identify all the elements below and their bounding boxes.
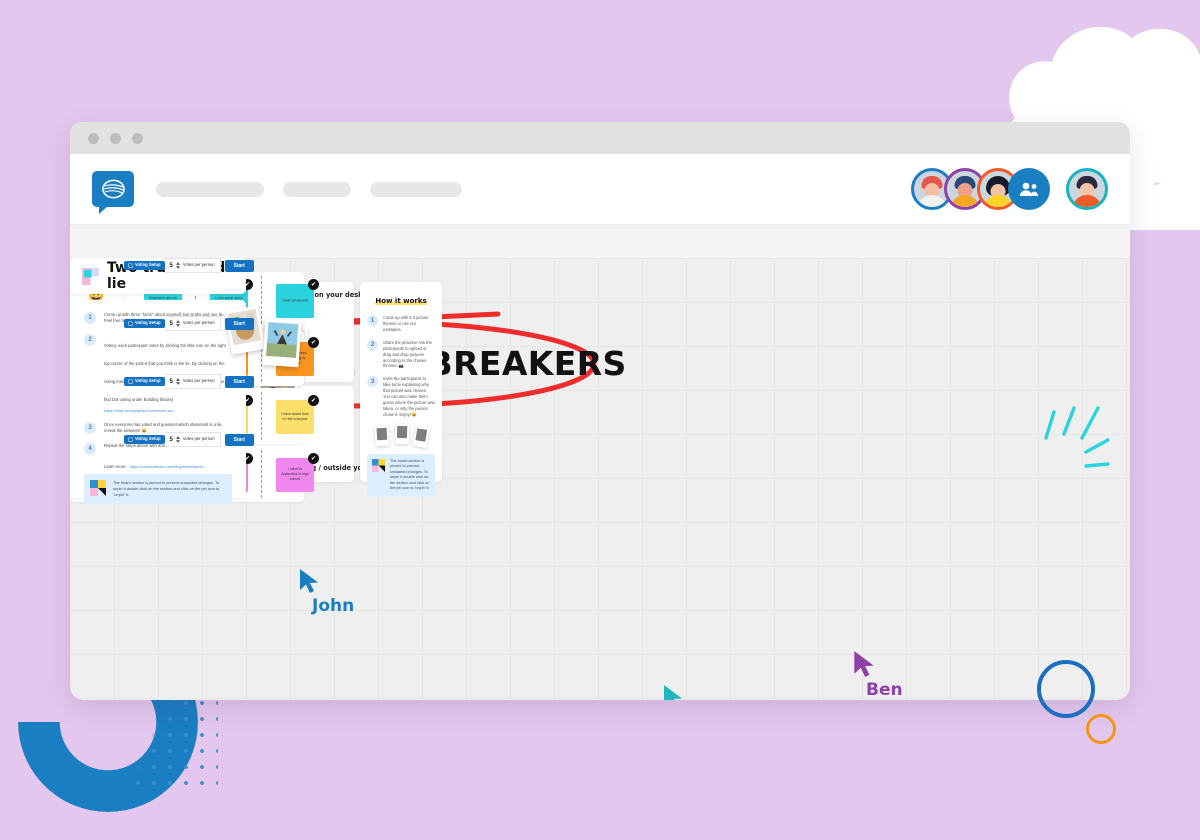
votes-count[interactable]: 5 (170, 379, 173, 385)
toolbar-pill-1[interactable] (156, 181, 264, 197)
start-voting-button[interactable]: Start (224, 433, 254, 446)
how-it-works-step: 1 Come up with 3-4 picture themes or use… (367, 315, 435, 333)
toolbar-pill-3[interactable] (370, 181, 462, 197)
voting-setup-button[interactable]: Voting Setup (124, 319, 165, 328)
traffic-light-maximize[interactable] (132, 132, 143, 144)
stepper-icon[interactable] (175, 262, 180, 269)
votes-per-person-field[interactable]: 5 Votes per person (164, 432, 221, 447)
start-voting-button[interactable]: Start (224, 375, 254, 388)
sticky-note[interactable]: I went to Antarctica in high school ✔ (276, 453, 319, 492)
cursor-label: John (312, 596, 355, 616)
start-voting-button[interactable]: Start (224, 317, 254, 330)
toolbar-menu-items (156, 181, 462, 197)
stepper-icon[interactable] (175, 436, 180, 443)
browser-window: VIRTUAL ICEBREAKERS Take a picture of...… (70, 122, 1130, 700)
external-link-icon (128, 437, 133, 442)
pin-notice: The board section is pinned to prevent u… (367, 453, 435, 497)
column-divider (261, 450, 262, 498)
how-it-works-step: 2 Share the pictures! Ask the participan… (367, 339, 435, 370)
dot-grid-decoration (130, 695, 218, 795)
stepper-icon[interactable] (175, 378, 180, 385)
polaroid-photo-desk-2[interactable] (262, 318, 302, 368)
board-canvas[interactable]: VIRTUAL ICEBREAKERS Take a picture of...… (70, 258, 1130, 700)
votes-count[interactable]: 5 (170, 437, 173, 443)
blue-ring-decoration (1037, 660, 1095, 718)
gray-polaroid-3 (412, 425, 430, 448)
start-voting-button[interactable]: Start (224, 259, 254, 272)
vote-check-icon[interactable]: ✔ (308, 279, 319, 290)
how-it-works-heading: How it works (375, 297, 427, 305)
traffic-light-minimize[interactable] (110, 132, 121, 144)
cursor-ben: Ben (852, 650, 903, 700)
cursor-emma: Emma (662, 684, 735, 700)
voting-setup-bar[interactable]: Voting Setup 5 Votes per person Start (124, 258, 254, 273)
votes-per-person-field[interactable]: 5 Votes per person (164, 316, 221, 331)
vote-check-icon[interactable]: ✔ (308, 337, 319, 348)
votes-per-person-field[interactable]: 5 Votes per person (164, 258, 221, 273)
help-link[interactable]: https://help.conceptboard.com/hc/en-us/.… (104, 408, 232, 413)
people-icon[interactable] (1008, 168, 1050, 210)
orange-ring-decoration (1086, 714, 1116, 744)
votes-count[interactable]: 5 (170, 321, 173, 327)
cursor-john: John (298, 568, 354, 616)
voting-setup-button[interactable]: Voting Setup (124, 261, 165, 270)
two-truths-voting-board: 😀 Team Member Elephants are my favorite … (70, 258, 319, 700)
sticky-note[interactable]: I hate all deserts ✔ (276, 279, 319, 318)
how-it-works-step: 3 Invite the participants to take turns … (367, 376, 435, 417)
learn-more-label: Learn more: (104, 464, 127, 470)
voting-setup-bar[interactable]: Voting Setup 5 Votes per person Start (124, 374, 254, 389)
voting-setup-button[interactable]: Voting Setup (124, 377, 165, 386)
gray-polaroid-1 (374, 425, 390, 447)
voting-setup-button[interactable]: Voting Setup (124, 435, 165, 444)
collaborator-avatars (911, 168, 1108, 210)
sticky-note[interactable]: I have learnt how to ride a bicycle ✔ (276, 395, 319, 434)
learn-more-link[interactable]: https://conceptboard.com/blog/icebreaker… (130, 464, 207, 469)
external-link-icon (128, 321, 133, 326)
app-toolbar (70, 154, 1130, 224)
voting-setup-bar[interactable]: Voting Setup 5 Votes per person Start (124, 432, 254, 447)
pin-notice: The board section is pinned to prevent u… (84, 474, 232, 505)
external-link-icon (128, 263, 133, 268)
conceptboard-logo-icon[interactable] (92, 171, 134, 214)
window-titlebar (70, 122, 1130, 154)
traffic-light-close[interactable] (88, 132, 99, 144)
voting-setup-bar[interactable]: Voting Setup 5 Votes per person Start (124, 316, 254, 331)
avatar-me[interactable] (1066, 168, 1108, 210)
votes-per-person-field[interactable]: 5 Votes per person (164, 374, 221, 389)
how-it-works-panel: How it works 1 Come up with 3-4 picture … (360, 282, 442, 497)
sparkle-decoration (1044, 406, 1110, 468)
votes-count[interactable]: 5 (170, 263, 173, 269)
toolbar-pill-2[interactable] (283, 181, 351, 197)
stepper-icon[interactable] (175, 320, 180, 327)
vote-check-icon[interactable]: ✔ (308, 395, 319, 406)
cursor-label: Ben (866, 680, 903, 700)
column-divider (261, 276, 262, 324)
column-divider (261, 392, 262, 440)
app-subtoolbar (70, 224, 1130, 258)
pin-board-icon (372, 458, 385, 472)
vote-check-icon[interactable]: ✔ (308, 453, 319, 464)
pin-board-icon (90, 480, 106, 497)
external-link-icon (128, 379, 133, 384)
gray-polaroid-2 (394, 423, 410, 445)
board-template-icon (82, 267, 99, 285)
